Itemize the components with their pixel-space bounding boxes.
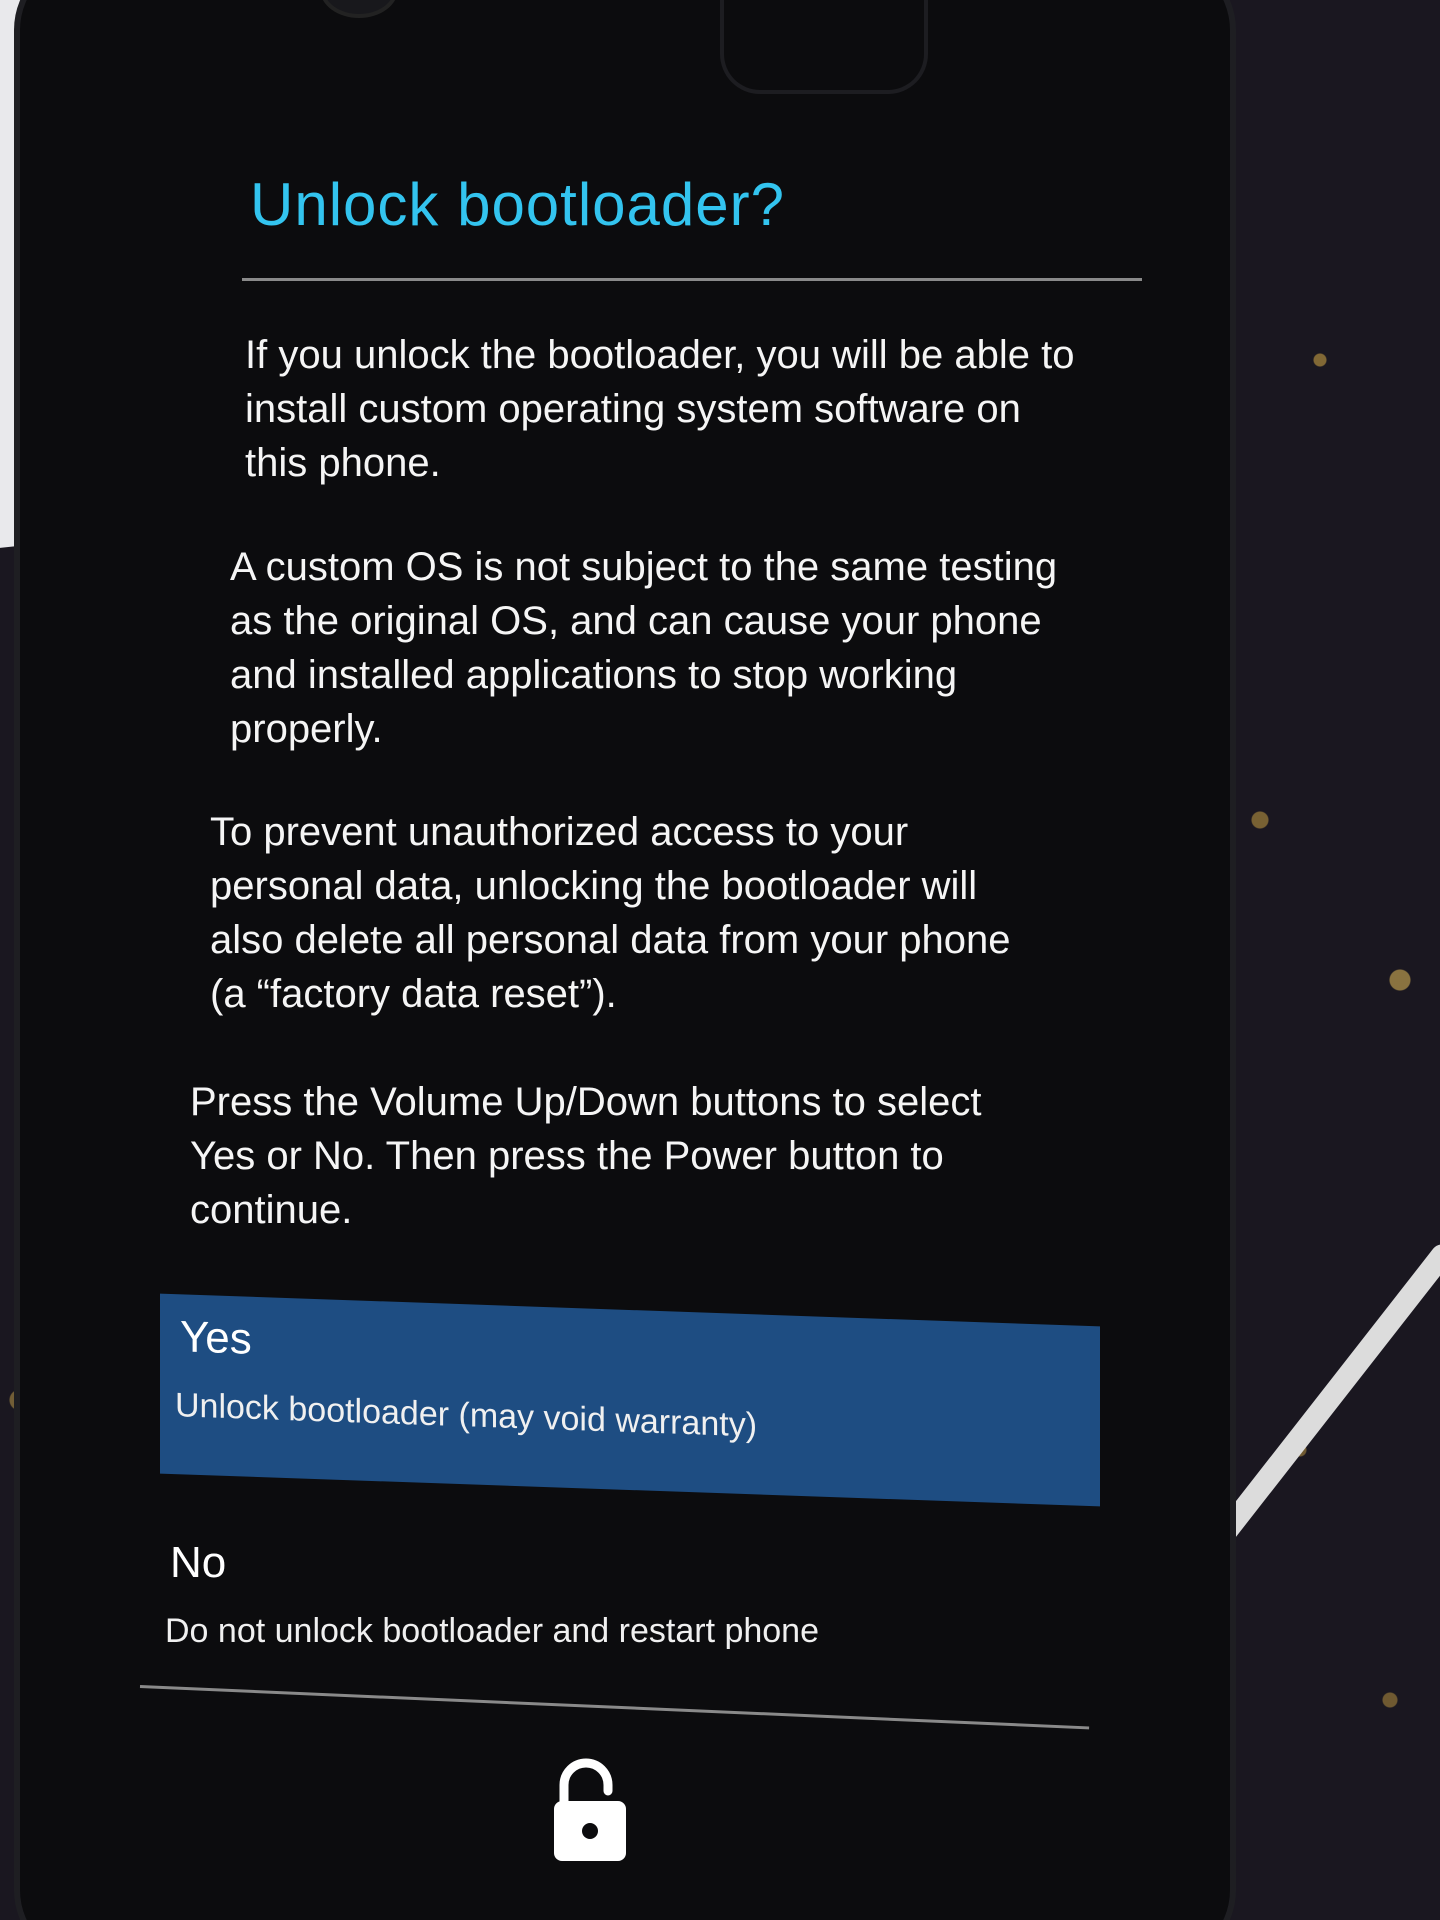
warning-paragraph-testing: A custom OS is not subject to the same t… (230, 545, 1058, 751)
photo-background: Unlock bootloader? If you unlock the boo… (0, 0, 1440, 1920)
dialog-title: Unlock bootloader? (250, 171, 786, 238)
option-yes[interactable]: Yes Unlock bootloader (may void warranty… (160, 1293, 1100, 1507)
option-no-title: No (170, 1538, 227, 1587)
phone-body: Unlock bootloader? If you unlock the boo… (20, 0, 1230, 1920)
bootloader-screen: Unlock bootloader? If you unlock the boo… (139, 150, 1150, 1880)
title-divider (242, 278, 1142, 281)
option-yes-title: Yes (180, 1312, 252, 1364)
warning-paragraph-data-reset: To prevent unauthorized access to your p… (210, 810, 1011, 1016)
option-no[interactable]: No Do not unlock bootloader and restart … (150, 1520, 1090, 1670)
speaker-notch (720, 0, 928, 94)
option-no-subtitle: Do not unlock bootloader and restart pho… (165, 1612, 820, 1650)
option-yes-subtitle: Unlock bootloader (may void warranty) (175, 1386, 758, 1445)
unlocked-padlock-icon (550, 1755, 630, 1865)
front-camera (320, 0, 398, 18)
warning-paragraph-custom-os: If you unlock the bootloader, you will b… (245, 333, 1075, 485)
instructions-paragraph: Press the Volume Up/Down buttons to sele… (190, 1080, 982, 1232)
options-divider (139, 1685, 1090, 1730)
